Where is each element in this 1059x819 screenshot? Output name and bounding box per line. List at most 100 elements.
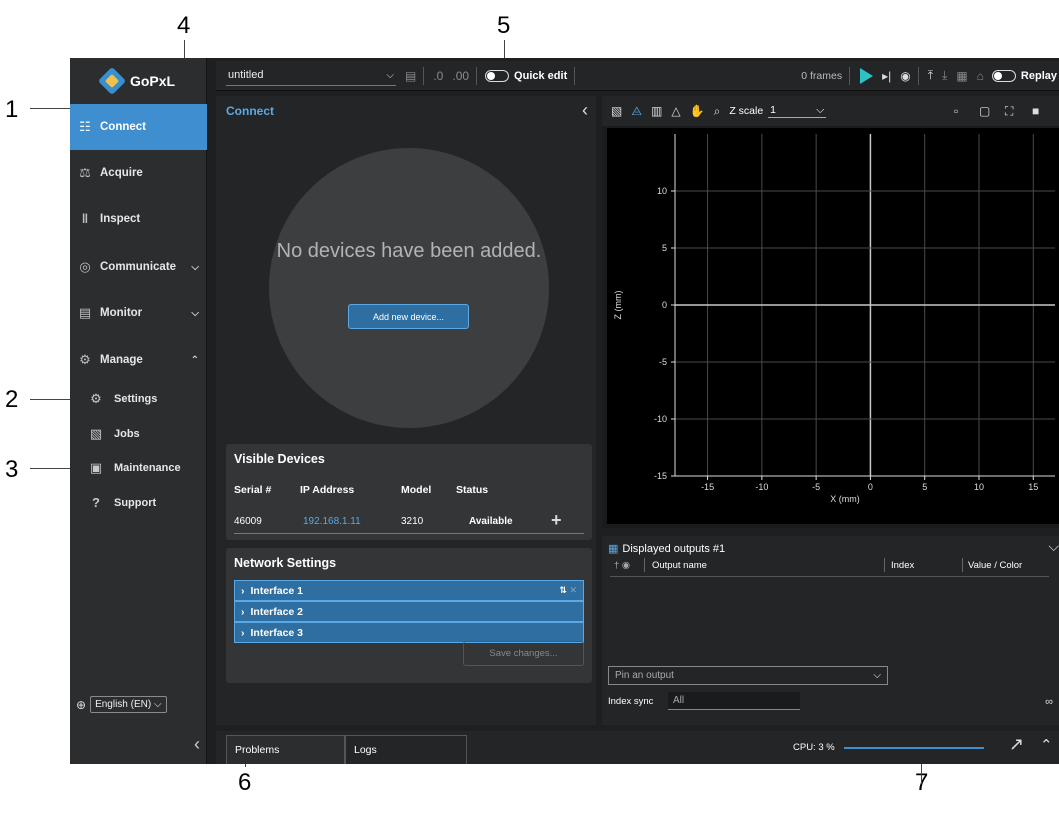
brand-logo: GoPxL <box>70 58 207 104</box>
save-changes-button[interactable]: Save changes... <box>463 641 584 666</box>
y-tick-label: -5 <box>659 357 667 367</box>
fit-view-icon[interactable]: ▫ <box>954 104 958 118</box>
sidebar-item-connect[interactable]: ☷ Connect <box>70 104 207 150</box>
column-header-value: Value / Color <box>968 560 1023 571</box>
interface-2-row[interactable]: › Interface 2 <box>234 601 584 622</box>
replay-label: Replay <box>1020 69 1057 82</box>
y-tick-label: 10 <box>657 186 667 196</box>
quick-edit-toggle[interactable] <box>485 69 510 82</box>
tab-problems[interactable]: Problems <box>226 735 345 764</box>
sidebar-item-manage[interactable]: ⚙ Manage ⌃ <box>70 337 207 383</box>
column-divider <box>962 558 963 572</box>
chevron-down-icon: ⌵ <box>873 670 881 681</box>
zscale-label: Z scale <box>729 105 764 117</box>
sidebar-item-label: Monitor <box>100 307 143 319</box>
sidebar-subitem-label: Support <box>114 497 157 509</box>
sidebar-subitem-settings[interactable]: ⚙ Settings <box>88 384 207 414</box>
popout-icon[interactable]: ■ <box>1032 104 1039 118</box>
replay-toggle[interactable] <box>991 69 1016 82</box>
decimal-increase-icon[interactable]: .00 <box>452 69 469 83</box>
network-settings-card: Network Settings › Interface 1 ⇅ ✕ › Int… <box>226 548 592 683</box>
x-tick-label: 5 <box>922 482 927 492</box>
add-device-plus-icon[interactable]: + <box>551 510 562 531</box>
chevron-down-icon: ⌵ <box>386 69 394 81</box>
sidebar-subitem-maintenance[interactable]: ▣ Maintenance <box>88 453 207 483</box>
x-tick-label: 0 <box>868 482 873 492</box>
sidebar-item-inspect[interactable]: ‖ Inspect <box>70 196 207 242</box>
outputs-icon: ▦ <box>608 543 619 555</box>
gears-icon: ⚙ <box>79 352 91 367</box>
gear-icon: ⚙ <box>90 391 102 406</box>
step-forward-icon[interactable]: ▸| <box>882 69 891 83</box>
profile-plot[interactable]: -15 -10 -5 0 5 10 15 10 5 0 -5 -10 -15 X (mm) Z (mm) <box>607 128 1059 524</box>
download-icon[interactable]: ⤓ <box>942 68 947 83</box>
y-tick-label: 0 <box>662 300 667 310</box>
surface-view-icon[interactable]: ▥ <box>651 104 662 118</box>
sidebar-subitem-jobs[interactable]: ▧ Jobs <box>88 419 207 449</box>
film-icon[interactable]: ▦ <box>956 69 967 83</box>
rocket-icon[interactable]: ↗ <box>1009 734 1024 755</box>
image-view-icon[interactable]: ▧ <box>611 104 622 118</box>
sidebar-item-label: Connect <box>100 121 146 133</box>
interface-1-row[interactable]: › Interface 1 ⇅ ✕ <box>234 580 584 601</box>
save-icon[interactable]: ▤ <box>405 69 416 83</box>
upload-icon[interactable]: ⤒ <box>928 68 933 83</box>
tab-logs[interactable]: Logs <box>345 735 467 764</box>
visible-devices-card: Visible Devices Serial # IP Address Mode… <box>226 444 592 540</box>
trash-icon[interactable]: ⌂ <box>977 69 984 83</box>
chevron-down-icon[interactable]: ⌵ <box>1048 538 1059 555</box>
pin-output-dropdown[interactable]: Pin an output ⌵ <box>608 666 888 685</box>
quick-edit-label: Quick edit <box>514 69 568 82</box>
sidebar: GoPxL ☷ Connect ⚖ Acquire ‖ Inspect ◎ Co… <box>70 58 207 764</box>
add-device-button[interactable]: Add new device... <box>348 304 469 329</box>
link-icon[interactable]: ∞ <box>1045 696 1053 708</box>
chevron-up-icon: ⌃ <box>190 354 199 366</box>
sidebar-subitem-support[interactable]: ? Support <box>88 488 207 518</box>
sidebar-item-acquire[interactable]: ⚖ Acquire <box>70 150 207 196</box>
language-dropdown[interactable]: English (EN) ⌵ <box>90 696 167 713</box>
callout-5: 5 <box>497 12 511 39</box>
pan-hand-icon[interactable]: ✋ <box>690 104 705 118</box>
profile-plot-svg: -15 -10 -5 0 5 10 15 10 5 0 -5 -10 -15 X (mm) Z (mm) <box>613 134 1055 504</box>
index-sync-input[interactable]: All <box>668 692 800 710</box>
x-tick-label: -15 <box>701 482 714 492</box>
zscale-dropdown[interactable]: 1 ⌵ <box>768 104 827 118</box>
record-icon[interactable]: ◉ <box>900 69 910 83</box>
help-icon: ? <box>92 495 100 510</box>
interface-3-row[interactable]: › Interface 3 <box>234 622 584 643</box>
fullscreen-icon[interactable]: ⛶ <box>1005 104 1013 119</box>
toolbar-divider <box>423 66 425 85</box>
chevron-down-icon: ⌵ <box>191 307 199 319</box>
outputs-title: ▦ Displayed outputs #1 <box>608 542 725 555</box>
sidebar-item-communicate[interactable]: ◎ Communicate ⌵ <box>70 244 207 290</box>
x-tick-label: -10 <box>755 482 768 492</box>
column-header-output-name: Output name <box>652 560 707 571</box>
cpu-usage-fill <box>844 747 849 749</box>
play-icon[interactable] <box>860 67 874 84</box>
chevron-left-icon[interactable]: ‹ <box>582 100 588 121</box>
y-tick-label: -10 <box>654 414 667 424</box>
collapse-sidebar-icon[interactable]: ‹ <box>194 734 200 755</box>
globe-icon: ⊕ <box>76 697 87 712</box>
empty-devices-placeholder: No devices have been added. Add new devi… <box>269 148 549 428</box>
viewer-toolbar: ▧ ⨺ ▥ △ ✋ ⌕ Z scale 1 ⌵ ▫ ▢ ⛶ ■ <box>602 96 1059 126</box>
zoom-icon[interactable]: ⌕ <box>714 104 721 119</box>
table-divider <box>610 576 1049 577</box>
decimal-decrease-icon[interactable]: .0 <box>433 69 443 83</box>
mesh-view-icon[interactable]: △ <box>671 104 680 118</box>
home-view-icon[interactable]: ▢ <box>979 104 990 118</box>
zscale-value: 1 <box>770 104 777 116</box>
device-ip[interactable]: 192.168.1.11 <box>303 516 361 527</box>
job-file-dropdown[interactable]: untitled ⌵ <box>226 66 396 86</box>
interface-label: Interface 1 <box>250 584 304 597</box>
column-divider <box>884 558 885 572</box>
panel-title: Connect <box>226 104 274 118</box>
acquire-icon: ⚖ <box>79 165 91 180</box>
language-selector[interactable]: ⊕ English (EN) ⌵ <box>76 696 167 713</box>
profile-view-icon[interactable]: ⨺ <box>631 104 642 119</box>
chevron-up-icon[interactable]: ⌃ <box>1040 736 1053 754</box>
sidebar-item-monitor[interactable]: ▤ Monitor ⌵ <box>70 290 207 336</box>
device-model: 3210 <box>401 516 424 527</box>
reorder-icon[interactable]: ⇅ ✕ <box>559 585 577 596</box>
visible-devices-title: Visible Devices <box>234 452 325 466</box>
